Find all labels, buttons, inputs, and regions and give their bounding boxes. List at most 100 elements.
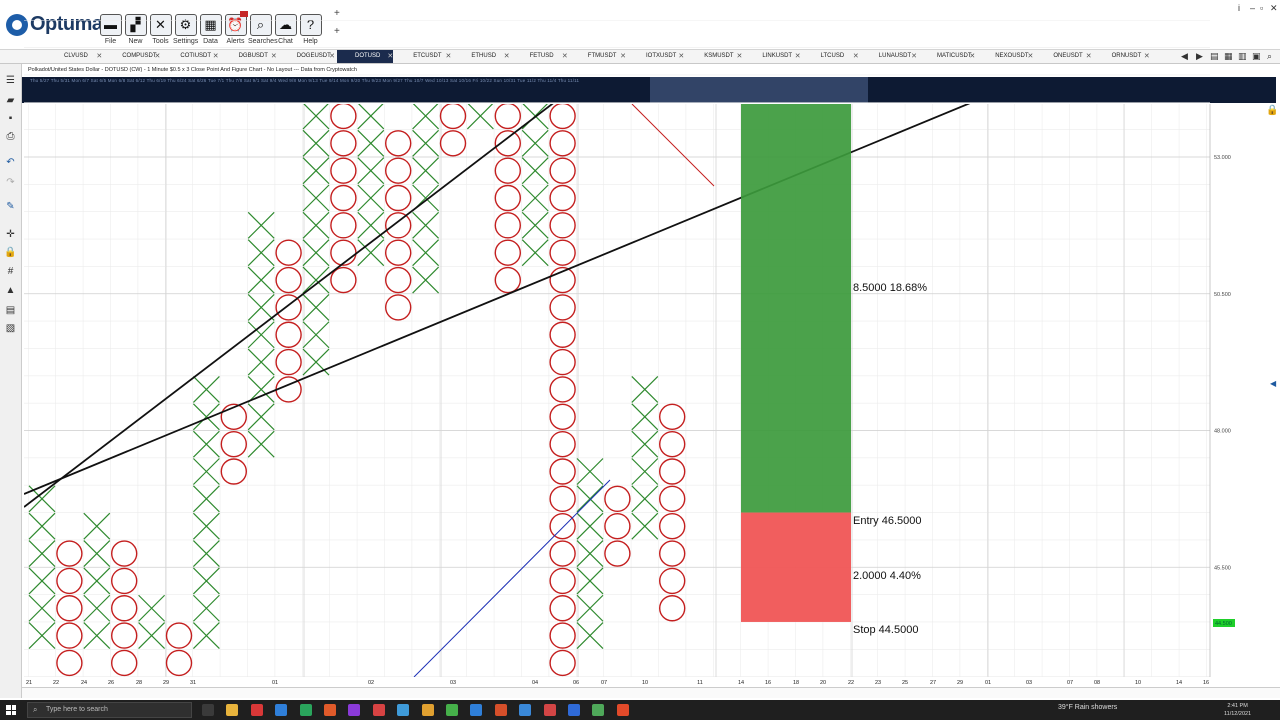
price-axis-label: 53.000 xyxy=(1214,155,1231,161)
notepad-icon[interactable] xyxy=(446,704,458,716)
o-box-mark xyxy=(659,595,686,622)
store-icon[interactable] xyxy=(250,704,263,716)
x-box-mark xyxy=(192,567,220,595)
date-tick-label: 26 xyxy=(108,680,114,686)
o-box-mark xyxy=(604,485,631,513)
o-box-mark xyxy=(330,157,357,184)
o-box-mark xyxy=(549,403,576,430)
x-box-mark xyxy=(192,403,220,431)
o-box-mark xyxy=(220,430,248,458)
office-icon[interactable] xyxy=(421,704,434,716)
date-tick-label: 25 xyxy=(902,680,908,686)
support-line[interactable] xyxy=(413,479,611,677)
trend-line-steep[interactable] xyxy=(24,98,560,508)
word-icon[interactable] xyxy=(470,704,483,716)
stop-zone[interactable] xyxy=(741,512,851,622)
maps-icon[interactable] xyxy=(299,704,312,716)
brave-icon[interactable] xyxy=(324,704,336,716)
o-box-mark xyxy=(549,513,576,540)
x-box-mark xyxy=(192,485,220,513)
x-box-mark xyxy=(247,211,275,239)
stop-annotation: Stop 44.5000 xyxy=(853,624,918,636)
x-box-mark xyxy=(247,376,275,403)
system-clock[interactable]: 2:41 PM 11/12/2021 xyxy=(1224,702,1251,718)
date-tick-label: 18 xyxy=(793,680,799,686)
o-box-mark xyxy=(549,294,576,321)
x-box-mark xyxy=(576,540,604,567)
acrobat-icon[interactable] xyxy=(616,704,629,716)
x-box-mark xyxy=(576,485,604,513)
x-box-mark xyxy=(138,594,166,622)
o-box-mark xyxy=(549,130,576,157)
o-box-mark xyxy=(549,321,576,348)
x-box-mark xyxy=(28,540,56,567)
o-box-mark xyxy=(659,458,686,485)
date-tick-label: 07 xyxy=(1067,680,1073,686)
resistance-line[interactable] xyxy=(631,104,715,187)
x-box-mark xyxy=(522,48,548,74)
o-box-mark xyxy=(604,513,631,540)
risk-annotation: 2.0000 4.40% xyxy=(853,570,921,582)
x-box-mark xyxy=(631,458,659,485)
x-box-mark xyxy=(522,21,548,47)
x-box-mark xyxy=(357,157,385,185)
x-box-mark xyxy=(521,129,549,157)
x-box-mark xyxy=(412,266,440,294)
point-and-figure-chart[interactable]: 8.5000 18.68% Entry 46.5000 2.0000 4.40% St… xyxy=(0,0,1280,700)
x-box-mark xyxy=(302,348,330,376)
o-box-mark xyxy=(549,104,576,130)
windows-start-icon[interactable] xyxy=(6,705,16,715)
taskbar-search-input[interactable]: ⌕ Type here to search xyxy=(27,702,192,718)
calculator-icon[interactable] xyxy=(348,704,361,716)
x-box-mark xyxy=(192,430,220,458)
date-tick-label: 22 xyxy=(53,680,59,686)
o-box-mark xyxy=(495,76,520,101)
o-box-mark xyxy=(549,540,576,567)
task-view-icon[interactable] xyxy=(202,704,214,716)
clock-time: 2:41 PM xyxy=(1227,703,1248,709)
o-box-mark xyxy=(659,485,686,513)
x-box-mark xyxy=(302,293,330,321)
x-box-mark xyxy=(576,458,604,485)
o-box-mark xyxy=(549,430,576,458)
price-axis-lock-icon: 🔒 xyxy=(1266,104,1278,116)
o-box-mark xyxy=(110,622,138,649)
powerpoint-icon[interactable] xyxy=(494,704,507,716)
x-box-mark xyxy=(631,430,659,458)
x-box-mark xyxy=(247,348,275,376)
reward-annotation: 8.5000 18.68% xyxy=(853,282,927,294)
x-box-mark xyxy=(28,512,56,540)
x-box-mark xyxy=(247,293,275,321)
weather-indicator[interactable]: 39°F Rain showers xyxy=(1058,704,1117,711)
x-box-mark xyxy=(138,622,166,650)
o-box-mark xyxy=(549,567,576,595)
x-box-mark xyxy=(467,48,493,74)
x-box-mark xyxy=(412,239,440,267)
file-explorer-icon[interactable] xyxy=(226,704,239,716)
o-box-mark xyxy=(385,239,412,266)
o-box-mark xyxy=(330,184,357,212)
date-tick-label: 10 xyxy=(642,680,648,686)
o-box-mark xyxy=(385,184,412,212)
x-box-mark xyxy=(413,21,439,47)
x-box-mark xyxy=(576,594,604,622)
windows-taskbar: ⌕ Type here to search 39°F Rain showers … xyxy=(0,700,1280,720)
date-tick-label: 01 xyxy=(985,680,991,686)
o-box-mark xyxy=(494,130,521,157)
paint-icon[interactable] xyxy=(519,704,532,716)
x-box-mark xyxy=(357,239,385,267)
o-box-mark xyxy=(494,212,521,239)
x-box-mark xyxy=(192,376,220,403)
date-tick-label: 24 xyxy=(81,680,87,686)
x-box-mark xyxy=(631,512,659,540)
optuma-taskbar-icon[interactable] xyxy=(568,704,580,716)
mail-icon[interactable] xyxy=(275,704,288,716)
expand-panel-icon[interactable]: ◀ xyxy=(1270,379,1277,388)
target-zone[interactable] xyxy=(741,104,851,513)
edge-icon[interactable] xyxy=(372,704,385,716)
excel-icon[interactable] xyxy=(592,704,605,716)
teams-icon[interactable] xyxy=(543,704,556,716)
chrome-icon[interactable] xyxy=(397,704,410,716)
o-box-mark xyxy=(330,266,357,294)
x-box-mark xyxy=(413,76,439,102)
